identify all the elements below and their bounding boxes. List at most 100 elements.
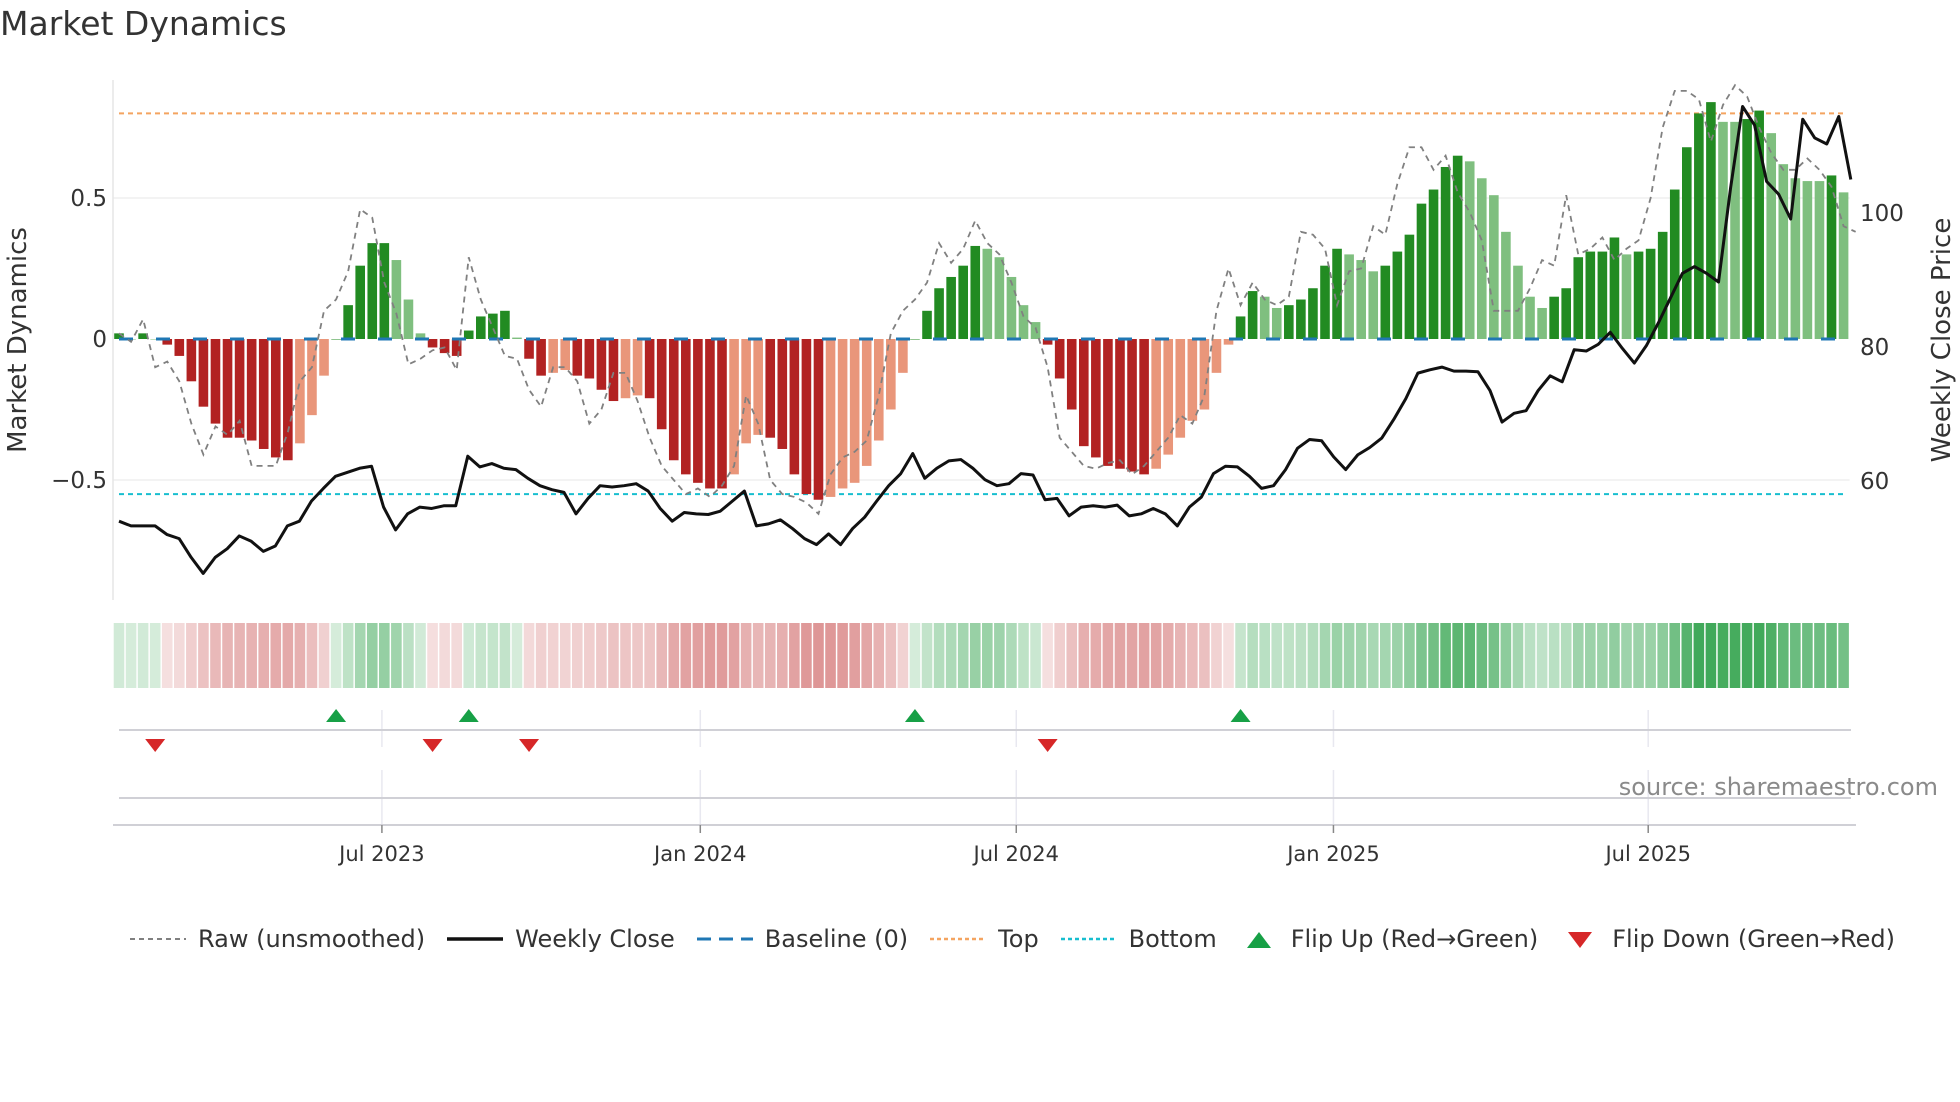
momentum-bar	[1669, 189, 1680, 339]
heat-cell	[1440, 623, 1451, 688]
heat-cell	[246, 623, 257, 688]
momentum-bar	[1368, 271, 1379, 339]
momentum-bar	[789, 339, 800, 475]
heat-cell	[391, 623, 402, 688]
heat-cell	[1790, 623, 1801, 688]
heat-cell	[270, 623, 282, 688]
heat-cell	[716, 623, 728, 688]
momentum-bar	[343, 305, 353, 339]
heat-cell	[439, 623, 450, 688]
x-axis-ticks: Jul 2023 Jan 2024 Jul 2024 Jan 2025 Jul 2025	[337, 825, 1691, 866]
heat-cell	[1174, 623, 1186, 688]
heat-cell	[1295, 623, 1307, 688]
heat-cell	[596, 623, 607, 688]
right-y-ticks: 100 80 60	[1860, 201, 1904, 495]
momentum-bar	[560, 339, 571, 371]
heat-cell	[1331, 623, 1343, 688]
heat-cell	[1705, 623, 1717, 688]
heat-strip	[113, 623, 1849, 688]
heat-cell	[571, 623, 583, 688]
heat-cell	[511, 623, 523, 688]
momentum-bar	[1079, 339, 1089, 447]
heat-cell	[620, 623, 631, 688]
heat-cell	[523, 623, 535, 688]
heat-cell	[1826, 623, 1837, 688]
heat-cell	[584, 623, 595, 688]
momentum-bar	[1464, 161, 1475, 339]
heat-cell	[1512, 623, 1524, 688]
momentum-bar	[753, 339, 763, 435]
legend-item-flip-up: Flip Up (Red→Green)	[1239, 925, 1538, 953]
heat-cell	[186, 623, 197, 688]
momentum-bar	[849, 339, 860, 483]
legend-item-bottom: Bottom	[1060, 925, 1217, 953]
heat-cell	[752, 623, 764, 688]
flip-up-marker	[326, 709, 347, 722]
momentum-bar	[668, 339, 679, 461]
momentum-bar	[1054, 339, 1065, 379]
momentum-bar	[427, 339, 438, 348]
momentum-bar	[1187, 339, 1198, 421]
solid-line-icon	[447, 937, 504, 941]
heat-cell	[789, 623, 800, 688]
momentum-bar	[1392, 251, 1403, 339]
momentum-bar	[295, 339, 305, 444]
y-axis-label: Market Dynamics	[3, 227, 33, 453]
momentum-bar	[1501, 231, 1511, 339]
momentum-bar	[572, 339, 583, 376]
heat-cell	[1597, 623, 1608, 688]
heat-cell	[318, 623, 330, 688]
flip-down-marker	[1037, 739, 1058, 752]
heat-cell	[342, 623, 354, 688]
momentum-bar	[910, 339, 920, 340]
heat-cell	[1802, 623, 1813, 688]
legend: Raw (unsmoothed) Weekly Close Baseline (…	[130, 925, 1917, 953]
momentum-bar	[1380, 265, 1391, 339]
momentum-bar	[174, 339, 185, 356]
y-tick-label: −0.5	[51, 468, 107, 494]
heat-cell	[125, 623, 137, 688]
momentum-bar	[922, 310, 932, 339]
legend-item-flip-down: Flip Down (Green→Red)	[1560, 925, 1895, 953]
heat-cell	[535, 623, 547, 688]
heat-cell	[1343, 623, 1355, 688]
heat-cell	[1367, 623, 1379, 688]
heat-cell	[258, 623, 270, 688]
momentum-bar	[741, 339, 751, 444]
heat-cell	[234, 623, 245, 688]
momentum-bar	[1573, 257, 1584, 339]
momentum-bar	[946, 276, 956, 339]
heat-cell	[644, 623, 655, 688]
x-tick-label: Jan 2025	[1285, 842, 1380, 866]
heat-cell	[1693, 623, 1705, 688]
legend-label: Baseline (0)	[764, 925, 909, 953]
momentum-bar	[693, 339, 703, 483]
momentum-bar	[656, 339, 667, 430]
heat-cell	[1765, 623, 1777, 688]
momentum-bar	[476, 316, 486, 339]
momentum-bar	[1344, 254, 1354, 339]
flip-up-marker	[904, 709, 925, 722]
momentum-bar	[1308, 288, 1318, 339]
heat-cell	[1392, 623, 1403, 688]
momentum-bar	[319, 339, 329, 376]
heat-cell	[427, 623, 438, 688]
momentum-bar	[1259, 296, 1270, 339]
momentum-bar	[1694, 113, 1704, 340]
heat-cell	[487, 623, 499, 688]
x-tick-label: Jan 2024	[652, 842, 747, 866]
heat-cell	[1633, 623, 1644, 688]
momentum-bar	[1163, 339, 1174, 455]
y-tick-label: 0.5	[70, 186, 107, 212]
flip-up-marker	[1230, 709, 1251, 722]
heat-cell	[499, 623, 511, 688]
heat-cell	[1609, 623, 1620, 688]
flip-down-marker	[422, 739, 443, 752]
heat-cell	[1717, 623, 1729, 688]
legend-label: Bottom	[1128, 925, 1217, 953]
heat-cell	[692, 623, 704, 688]
heat-cell	[366, 623, 378, 688]
heat-cell	[1102, 623, 1114, 688]
momentum-bar	[1826, 175, 1837, 339]
heat-cell	[1488, 623, 1500, 688]
